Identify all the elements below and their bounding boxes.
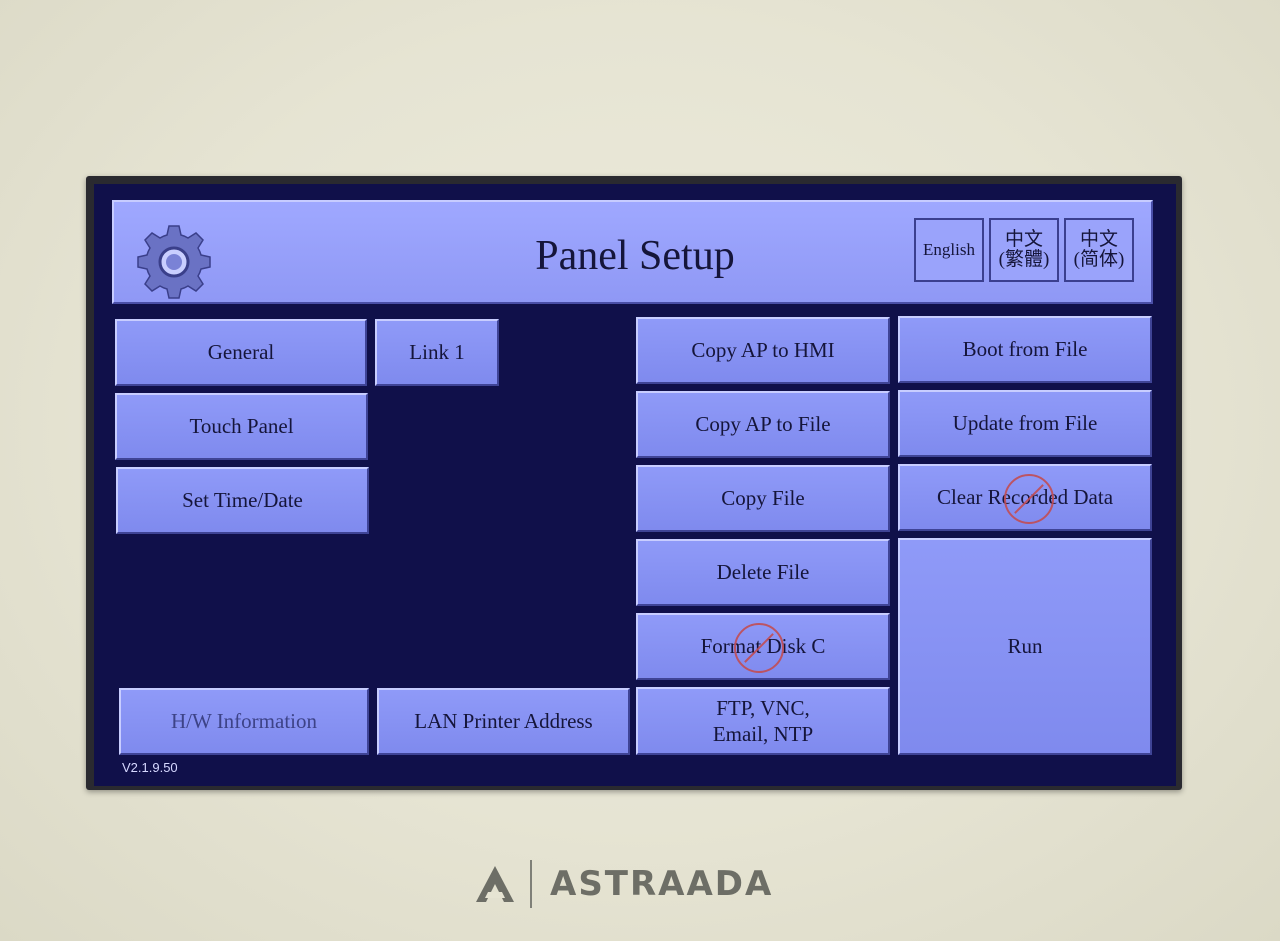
touch-panel-label: Touch Panel [189,414,294,439]
ftp-vnc-label: FTP, VNC, [716,695,810,720]
link1-button[interactable]: Link 1 [375,319,499,386]
format-disk-c-button[interactable]: Format Disk C [636,613,890,680]
copy-file-label: Copy File [721,486,805,511]
hw-information-button[interactable]: H/W Information [119,688,369,755]
delete-file-label: Delete File [716,560,810,585]
language-simplified-chinese-button[interactable]: 中文 (简体) [1064,218,1134,282]
hw-information-label: H/W Information [171,709,317,734]
ftp-vnc-email-ntp-button[interactable]: FTP, VNC, Email, NTP [636,687,890,755]
brand-name: ASTRAADA [550,864,774,904]
language-english-button[interactable]: English [914,218,984,282]
copy-ap-to-hmi-button[interactable]: Copy AP to HMI [636,317,890,384]
language-simplified-label-line1: 中文 [1079,229,1118,251]
touch-panel-button[interactable]: Touch Panel [115,393,368,460]
language-traditional-label-line2: (繁體) [998,249,1050,270]
general-label: General [207,340,275,365]
brand-logo: ASTRAADA [474,856,773,912]
firmware-version: V2.1.9.50 [122,760,178,775]
email-ntp-label: Email, NTP [712,722,814,746]
language-traditional-chinese-button[interactable]: 中文 (繁體) [989,218,1059,282]
prohibited-icon [734,623,784,673]
copy-ap-to-file-button[interactable]: Copy AP to File [636,391,890,458]
lan-printer-address-button[interactable]: LAN Printer Address [377,688,630,755]
link1-label: Link 1 [409,340,465,365]
delete-file-button[interactable]: Delete File [636,539,890,606]
update-from-file-button[interactable]: Update from File [898,390,1152,457]
language-english-label: English [923,240,975,260]
hmi-screen: Panel Setup English 中文 (繁體) 中文 (简体) Gene… [94,184,1176,786]
prohibited-icon [1004,474,1054,524]
set-time-date-label: Set Time/Date [182,488,303,513]
general-button[interactable]: General [115,319,367,386]
set-time-date-button[interactable]: Set Time/Date [116,467,369,534]
run-label: Run [1007,634,1043,659]
language-simplified-label-line2: (简体) [1073,249,1125,270]
boot-from-file-button[interactable]: Boot from File [898,316,1152,383]
brand-divider [530,860,532,908]
update-from-file-label: Update from File [952,411,1098,436]
copy-ap-to-hmi-label: Copy AP to HMI [691,338,835,363]
language-traditional-label-line1: 中文 [1004,229,1043,251]
clear-recorded-data-button[interactable]: Clear Recorded Data [898,464,1152,531]
copy-ap-to-file-label: Copy AP to File [695,412,831,437]
run-button[interactable]: Run [898,538,1152,755]
astraada-logo-icon [476,866,514,902]
lan-printer-address-label: LAN Printer Address [414,709,593,734]
boot-from-file-label: Boot from File [962,337,1088,362]
copy-file-button[interactable]: Copy File [636,465,890,532]
